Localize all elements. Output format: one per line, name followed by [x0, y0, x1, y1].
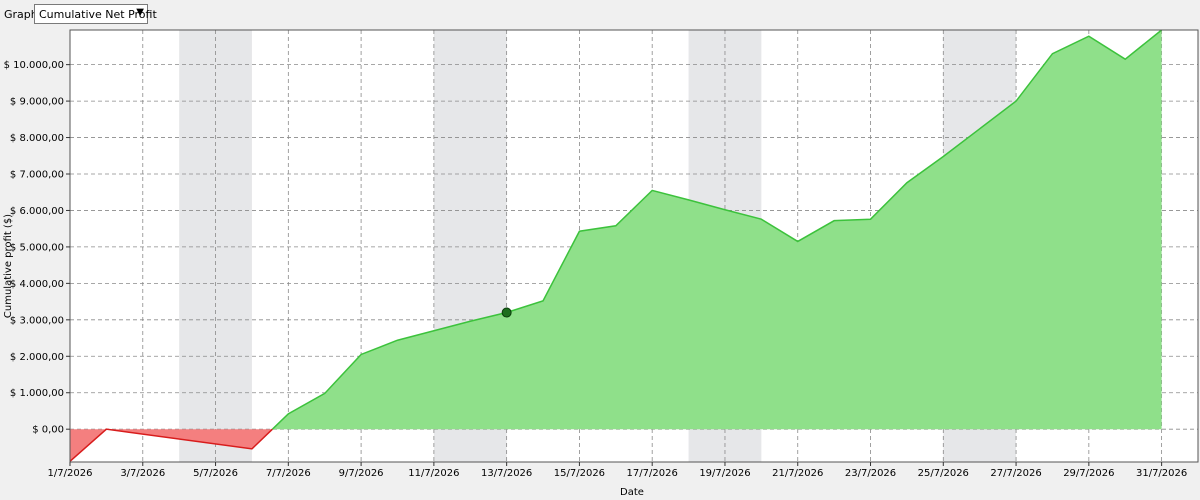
- x-tick-label: 7/7/2026: [266, 468, 311, 479]
- x-tick-label: 29/7/2026: [1063, 468, 1114, 479]
- x-axis-label: Date: [620, 487, 644, 498]
- graph-label: Graph: [4, 8, 38, 21]
- x-tick-label: 23/7/2026: [845, 468, 896, 479]
- y-tick-label: $ 8.000,00: [10, 133, 64, 144]
- x-tick-label: 1/7/2026: [48, 468, 93, 479]
- y-tick-label: $ 0,00: [32, 425, 64, 436]
- x-tick-label: 3/7/2026: [120, 468, 165, 479]
- x-tick-label: 25/7/2026: [918, 468, 969, 479]
- x-tick-label: 11/7/2026: [408, 468, 459, 479]
- x-tick-label: 13/7/2026: [481, 468, 532, 479]
- x-tick-label: 9/7/2026: [339, 468, 384, 479]
- y-tick-label: $ 10.000,00: [4, 60, 64, 71]
- y-tick-label: $ 2.000,00: [10, 352, 64, 363]
- x-tick-label: 15/7/2026: [554, 468, 605, 479]
- toolbar: Graph Cumulative Net Profit ▼: [0, 0, 1200, 28]
- chevron-down-icon: ▼: [136, 7, 144, 18]
- y-tick-label: $ 5.000,00: [10, 242, 64, 253]
- y-tick-label: $ 4.000,00: [10, 279, 64, 290]
- x-tick-label: 17/7/2026: [627, 468, 678, 479]
- y-tick-label: $ 1.000,00: [10, 388, 64, 399]
- highlight-point-marker: [501, 307, 512, 318]
- y-axis-label: Cumulative profit ($): [3, 214, 14, 318]
- x-tick-label: 21/7/2026: [772, 468, 823, 479]
- x-tick-label: 31/7/2026: [1136, 468, 1187, 479]
- x-axis: 1/7/2026 3/7/2026 5/7/2026 7/7/2026 9/7/2026…: [48, 462, 1187, 479]
- x-tick-label: 27/7/2026: [990, 468, 1041, 479]
- y-tick-label: $ 6.000,00: [10, 206, 64, 217]
- y-tick-label: $ 7.000,00: [10, 170, 64, 181]
- cumulative-profit-chart: $ 0,00 $ 1.000,00 $ 2.000,00 $ 3.000,00 $ 4.…: [3, 29, 1199, 498]
- y-tick-label: $ 3.000,00: [10, 315, 64, 326]
- graph-type-select[interactable]: Cumulative Net Profit ▼: [34, 4, 157, 24]
- x-tick-label: 5/7/2026: [193, 468, 238, 479]
- x-tick-label: 19/7/2026: [699, 468, 750, 479]
- y-tick-label: $ 9.000,00: [10, 97, 64, 108]
